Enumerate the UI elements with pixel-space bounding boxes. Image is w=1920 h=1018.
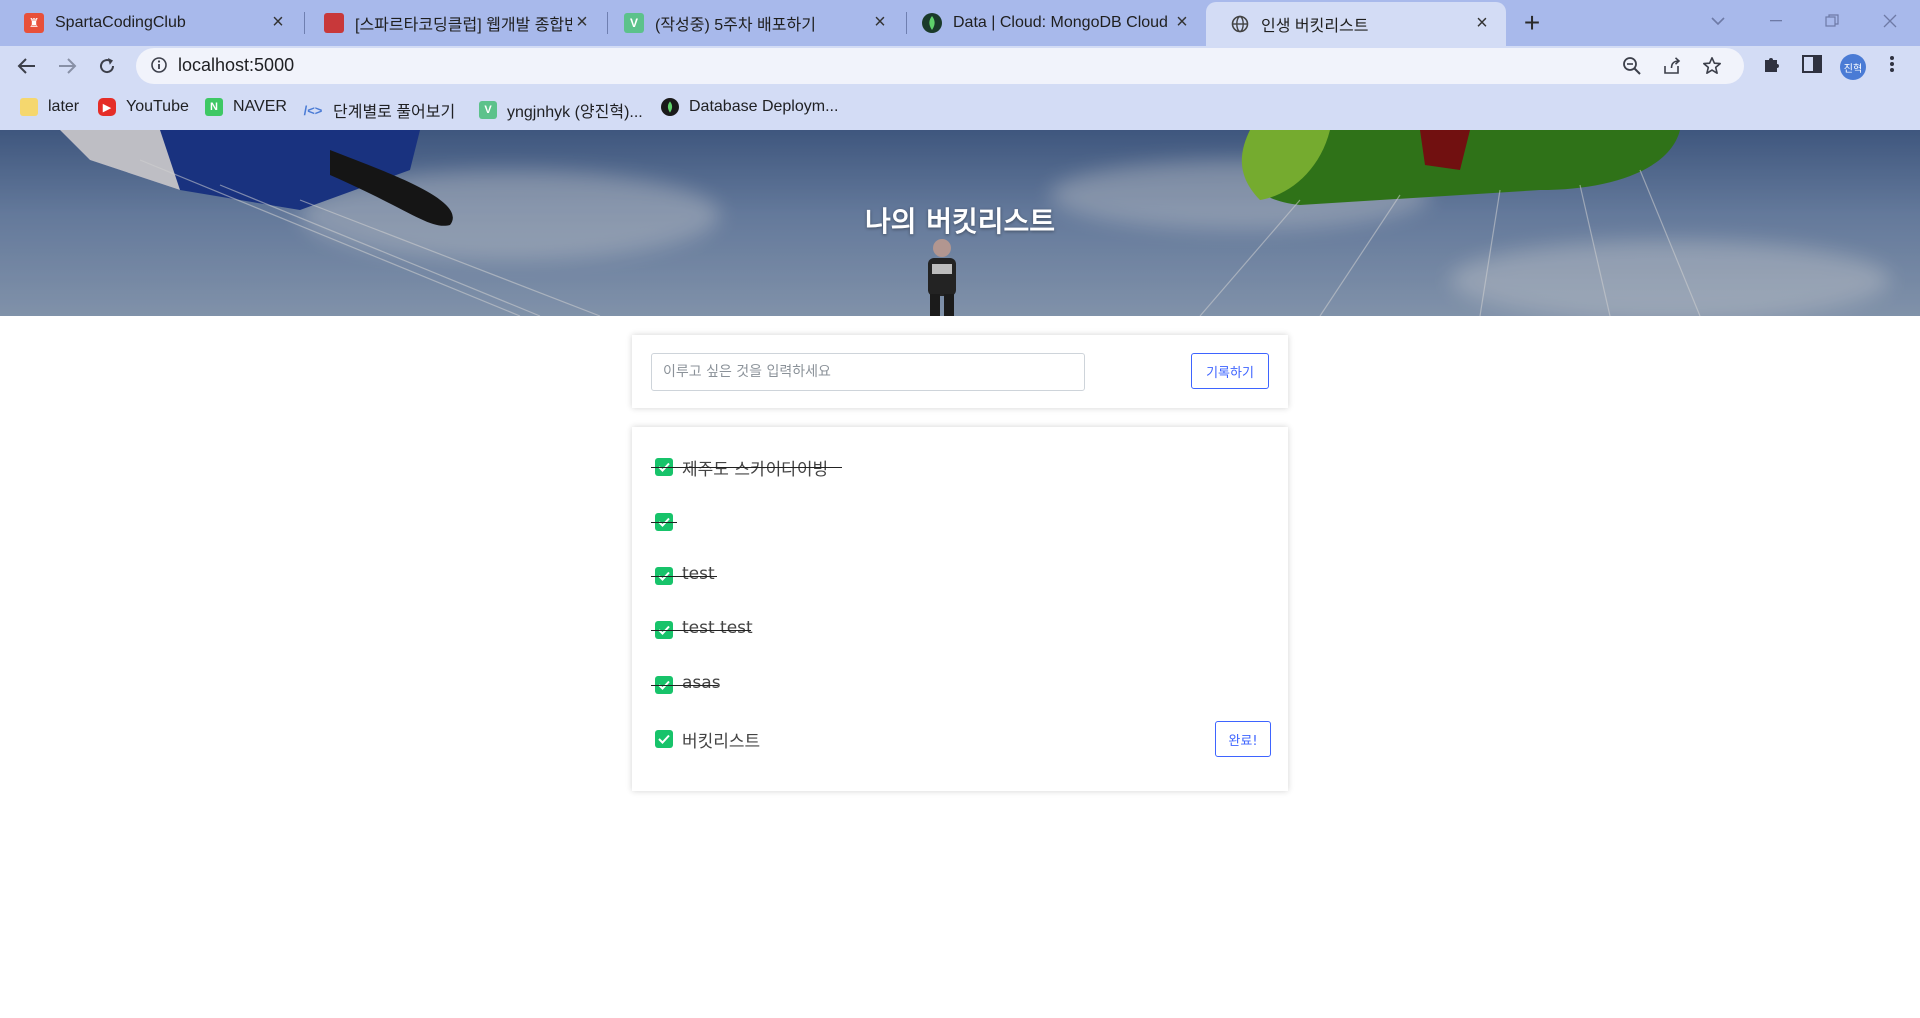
bookmark-label: 단계별로 풀어보기 [333,104,456,121]
share-icon[interactable] [1660,54,1684,78]
restore-icon[interactable] [1812,6,1852,36]
bookmark-star-icon[interactable] [1700,54,1724,78]
bookmark-youtube[interactable]: ▶ YouTube [98,98,189,116]
close-icon[interactable]: × [1472,13,1492,34]
tab-title: [스파르타코딩클럽] 웹개발 종합반 [355,17,572,34]
page-title: 나의 버킷리스트 [864,205,1056,238]
velog-favicon-icon: V [624,13,644,33]
bookmark-label: NAVER [233,98,287,115]
list-item [651,507,1271,537]
bookmark-label: yngjnhyk (양진혁)... [507,104,643,121]
bookmarks-bar: later ▶ YouTube N NAVER /<> 단계별로 풀어보기 V … [0,90,1920,128]
bucket-item-text: asas [682,673,721,693]
bookmark-step-by-step[interactable]: /<> 단계별로 풀어보기 [303,98,456,122]
list-item: asas [651,670,1271,700]
bookmark-label: Database Deploym... [689,98,839,115]
minimize-icon[interactable] [1756,6,1796,36]
tab-bucketlist-active[interactable]: 인생 버킷리스트 × [1206,2,1506,46]
tab-sparta-webdev[interactable]: [스파르타코딩클럽] 웹개발 종합반 × [300,0,606,46]
input-card: 기록하기 [632,335,1288,408]
code-icon: /<> [303,102,323,118]
close-icon[interactable]: × [572,12,592,33]
extensions-puzzle-icon[interactable] [1758,50,1786,78]
list-item: 버킷리스트 완료! [651,721,1271,757]
zoom-icon[interactable] [1620,54,1644,78]
velog-icon: V [479,101,497,119]
sparta-favicon-icon: ♜ [24,13,44,33]
side-panel-icon[interactable] [1798,50,1826,78]
profile-avatar[interactable]: 진혁 [1840,54,1866,80]
bookmark-later[interactable]: later [20,98,79,116]
window-close-icon[interactable] [1870,6,1910,36]
forward-arrow-icon[interactable] [49,48,85,84]
list-item: test test [651,615,1271,645]
bookmark-velog[interactable]: V yngjnhyk (양진혁)... [479,98,643,122]
mongodb-leaf-icon [922,13,942,33]
tab-spartacodingclub[interactable]: ♜ SpartaCodingClub × [0,0,302,46]
strikethrough-line [651,522,677,523]
save-button[interactable]: 기록하기 [1191,353,1269,389]
bucket-item-text: test [682,564,715,584]
youtube-icon: ▶ [98,98,116,116]
done-button[interactable]: 완료! [1215,721,1271,757]
bucket-input[interactable] [651,353,1085,391]
close-icon[interactable]: × [268,12,288,33]
tab-title: SpartaCodingClub [55,14,186,31]
bookmark-database-deployments[interactable]: Database Deploym... [661,98,838,116]
browser-toolbar: localhost:5000 진혁 later ▶ YouTube N NAVE… [0,46,1920,130]
site-info-icon[interactable] [150,56,170,76]
close-icon[interactable]: × [1172,12,1192,33]
check-icon [655,730,673,748]
new-tab-button[interactable]: + [1516,8,1548,40]
tab-title: (작성중) 5주차 배포하기 [655,17,816,34]
bucket-list: 제주도 스카이다이빙 test test test asas 버킷리스트 완료! [632,427,1288,791]
bucket-item-text: 버킷리스트 [682,732,761,752]
url-text: localhost:5000 [178,55,295,75]
more-menu-icon[interactable] [1878,50,1906,78]
tab-strip: ♜ SpartaCodingClub × [스파르타코딩클럽] 웹개발 종합반 … [0,0,1920,46]
globe-icon [1230,14,1250,34]
strikethrough-line [651,685,718,686]
back-arrow-icon[interactable] [9,48,45,84]
address-bar[interactable]: localhost:5000 [136,48,1744,84]
list-item: 제주도 스카이다이빙 [651,452,1271,482]
mongodb-leaf-icon [661,98,679,116]
bookmark-naver[interactable]: N NAVER [205,98,287,116]
strikethrough-line [651,630,751,631]
reload-icon[interactable] [89,48,125,84]
tab-mongodb-cloud[interactable]: Data | Cloud: MongoDB Cloud × [898,0,1206,46]
close-icon[interactable]: × [870,12,890,33]
list-item: test [651,561,1271,591]
hero-banner: 나의 버킷리스트 [0,130,1920,316]
naver-icon: N [205,98,223,116]
bookmark-label: later [48,98,80,115]
book-favicon-icon [324,13,344,33]
bookmark-label: YouTube [126,98,189,115]
tab-title: 인생 버킷리스트 [1261,18,1369,35]
tab-search-icon[interactable] [1698,6,1738,36]
tab-deploy-draft[interactable]: V (작성중) 5주차 배포하기 × [600,0,904,46]
tab-title: Data | Cloud: MongoDB Cloud [953,14,1168,31]
bucket-item-text: test test [682,618,753,638]
folder-icon [20,98,38,116]
strikethrough-line [651,576,717,577]
strikethrough-line [651,467,842,468]
